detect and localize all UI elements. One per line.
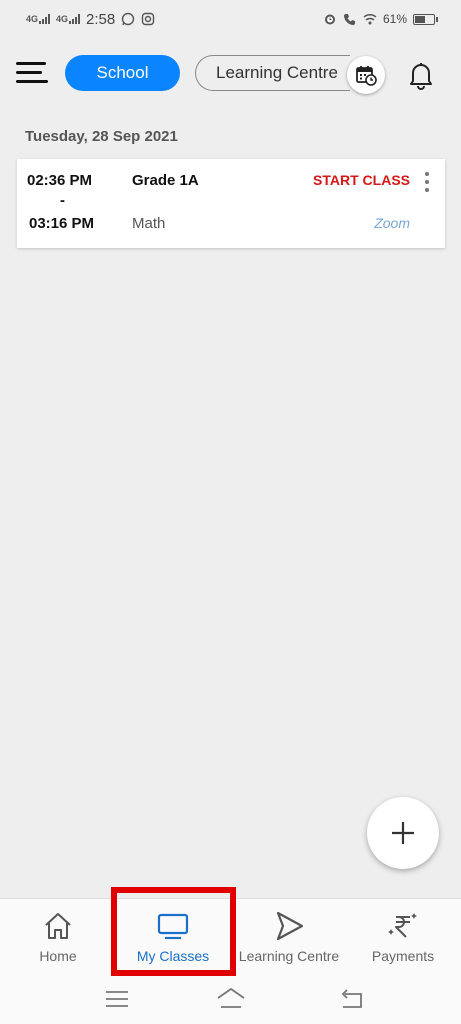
signal-2: 4G	[56, 14, 81, 24]
class-subject: Math	[132, 215, 166, 232]
calendar-button[interactable]	[347, 56, 385, 94]
nav-item-learning-centre[interactable]: Learning Centre	[234, 899, 344, 977]
rupee-icon	[388, 913, 417, 938]
calendar-clock-icon	[356, 66, 377, 86]
signal-bars-icon	[69, 14, 81, 24]
wifi-calling-icon	[343, 14, 355, 25]
back-icon[interactable]	[337, 986, 367, 1012]
system-nav-bar	[0, 976, 461, 1024]
nav-label-learning-centre: Learning Centre	[238, 948, 340, 964]
notification-button[interactable]	[404, 58, 438, 92]
class-end-time: 03:16 PM	[29, 215, 95, 232]
home-system-icon[interactable]	[216, 986, 246, 1012]
nav-item-home[interactable]: Home	[27, 899, 89, 977]
highlight-box	[111, 887, 236, 976]
status-bar: 4G 4G 2:58 61%	[0, 0, 461, 38]
time-separator: -	[60, 192, 65, 209]
status-time: 2:58	[86, 10, 116, 28]
alarm-icon	[324, 14, 335, 25]
recent-apps-icon[interactable]	[102, 986, 132, 1012]
battery-level	[415, 15, 426, 23]
whatsapp-icon	[122, 12, 135, 26]
plus-icon	[392, 822, 414, 844]
battery-percent: 61%	[382, 12, 407, 26]
tab-school[interactable]: School	[65, 55, 180, 91]
play-icon	[276, 911, 304, 941]
bell-icon	[410, 63, 432, 90]
network-type-1: 4G	[26, 14, 39, 24]
more-options-icon[interactable]	[421, 172, 433, 192]
top-bar: School Learning Centre	[0, 46, 461, 102]
battery-icon	[413, 13, 438, 25]
add-button[interactable]	[367, 797, 439, 869]
home-icon	[45, 913, 71, 939]
start-class-button[interactable]: START CLASS	[313, 172, 410, 188]
tab-learning-centre[interactable]: Learning Centre	[195, 55, 350, 91]
network-type-2: 4G	[56, 14, 69, 24]
signal-bars-icon	[39, 14, 51, 24]
class-grade: Grade 1A	[132, 172, 199, 189]
status-right: 61%	[323, 12, 438, 26]
class-card[interactable]: 02:36 PM - 03:16 PM Grade 1A Math START …	[17, 159, 445, 248]
class-start-time: 02:36 PM	[27, 172, 93, 189]
date-header: Tuesday, 28 Sep 2021	[25, 128, 178, 145]
nav-label-payments: Payments	[371, 948, 435, 964]
nav-label-home: Home	[39, 948, 77, 964]
class-platform: Zoom	[374, 215, 410, 231]
wifi-icon	[363, 13, 377, 25]
status-left: 4G 4G 2:58	[26, 11, 155, 28]
instagram-icon	[142, 12, 155, 26]
hamburger-icon[interactable]	[16, 60, 48, 86]
signal-1: 4G	[26, 14, 51, 24]
nav-item-payments[interactable]: Payments	[366, 899, 440, 977]
